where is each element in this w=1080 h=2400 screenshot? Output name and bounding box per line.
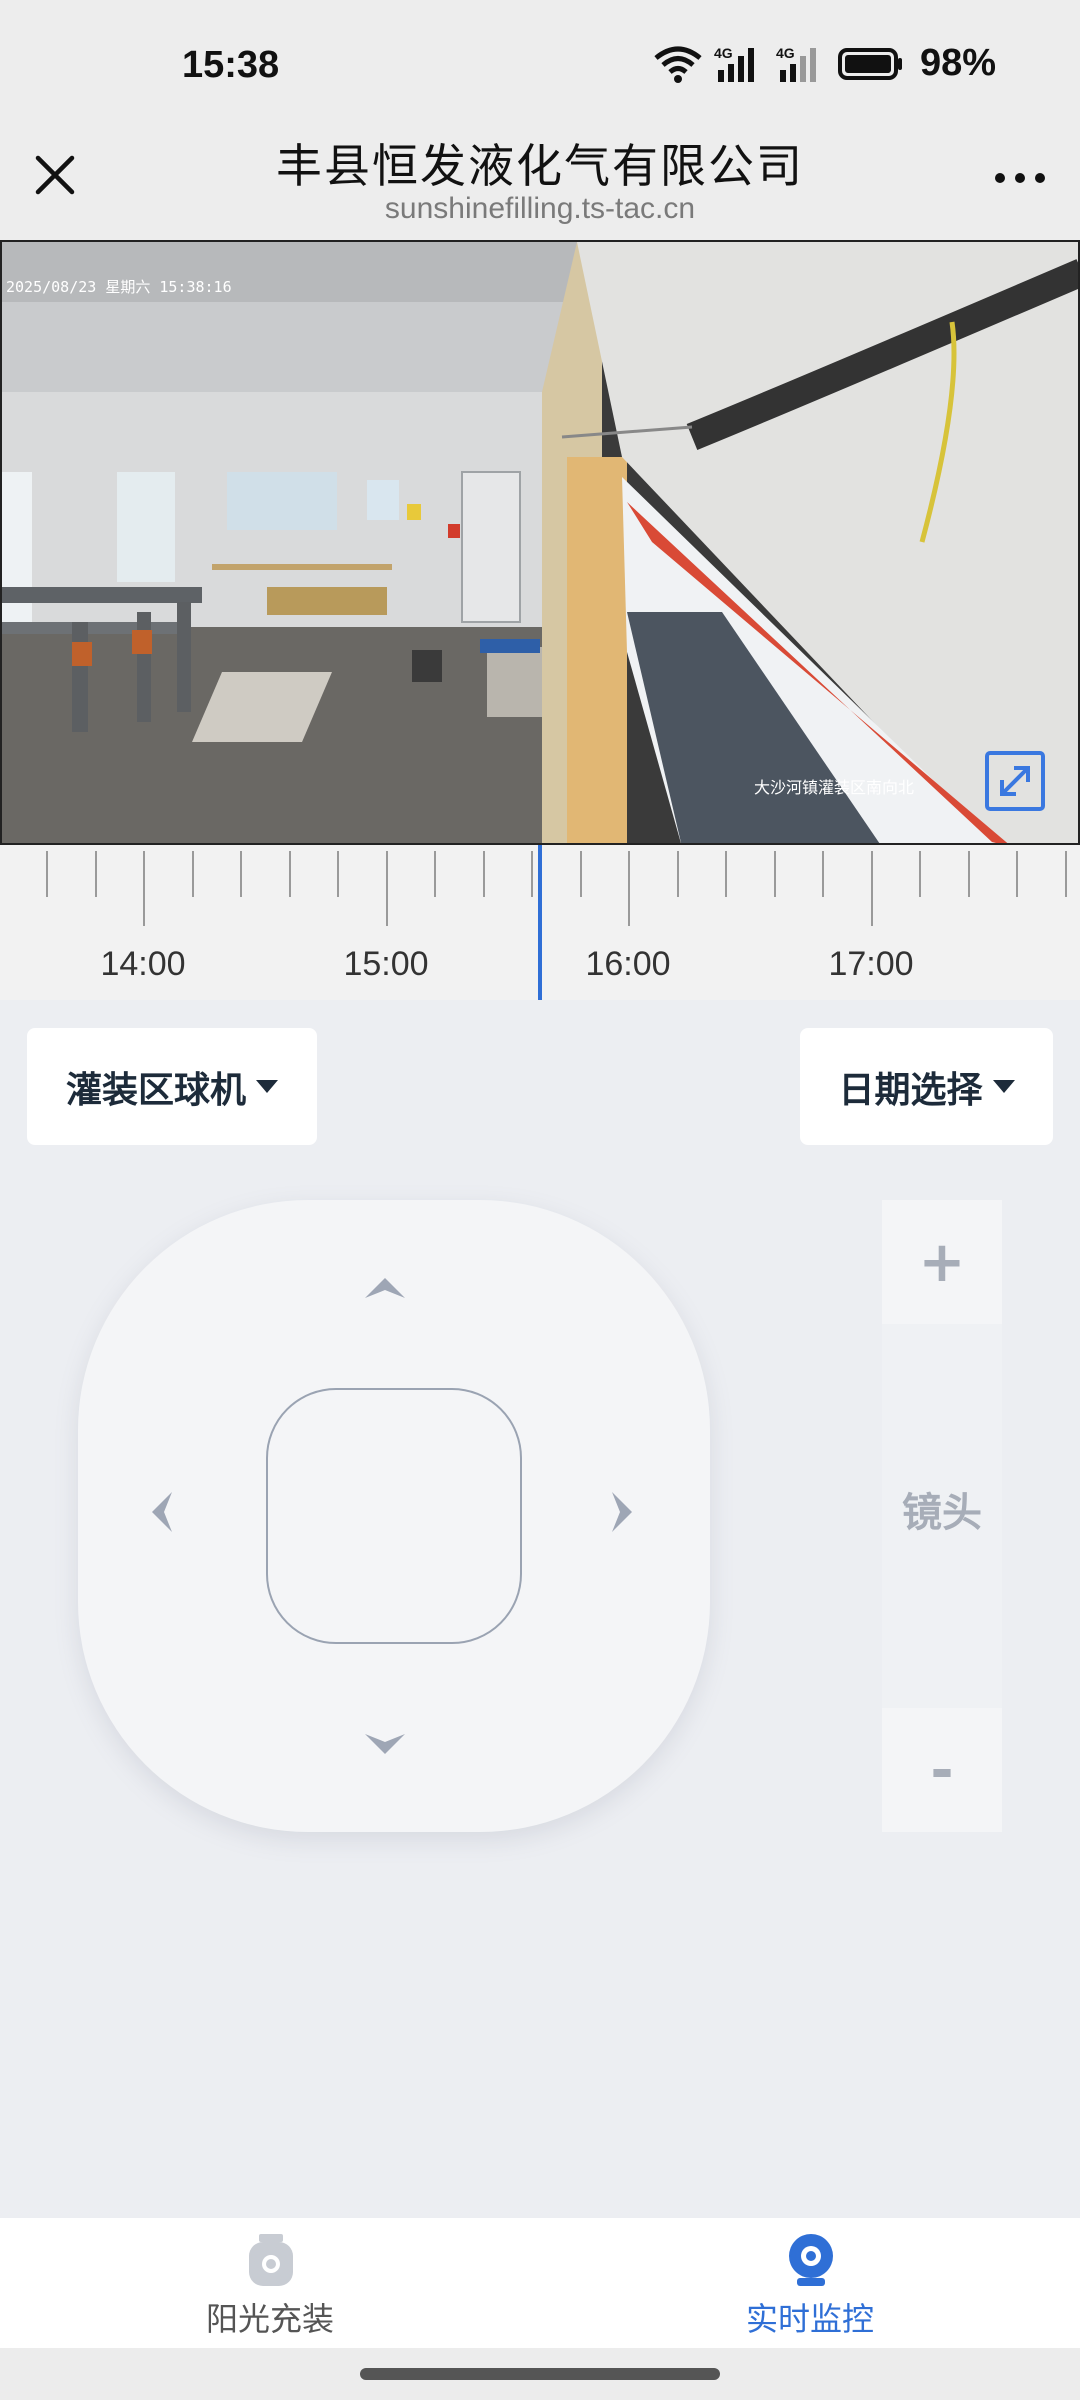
tab-label: 阳光充装 — [205, 2300, 334, 2338]
timeline-tick — [483, 851, 485, 897]
status-time: 15:38 — [182, 44, 280, 86]
timeline-tick — [871, 851, 873, 926]
osd-datetime: 2025/08/23 星期六 15:38:16 — [6, 278, 232, 296]
timeline-tick — [677, 851, 679, 897]
camera-feed — [2, 242, 1078, 843]
timeline-tick — [919, 851, 921, 897]
tab-sunshine-filling[interactable]: 阳光充装 — [0, 2218, 540, 2348]
signal-4g-icon: 4G — [714, 45, 754, 82]
timeline-tick — [46, 851, 48, 897]
timeline-tick — [725, 851, 727, 897]
wifi-icon — [654, 46, 702, 83]
timeline-tick — [1016, 851, 1018, 897]
arrow-up-icon[interactable] — [363, 1276, 407, 1302]
camera-icon — [789, 2234, 833, 2286]
arrow-left-icon[interactable] — [150, 1490, 176, 1534]
page-url: sunshinefilling.ts-tac.cn — [384, 192, 696, 225]
timeline-tick — [580, 851, 582, 897]
battery-icon — [837, 47, 902, 80]
timeline-cursor[interactable] — [538, 845, 542, 1000]
zoom-in-button[interactable]: + — [882, 1200, 1002, 1324]
zoom-label: 镜头 — [902, 1490, 982, 1536]
page-title: 丰县恒发液化气有限公司 — [276, 139, 804, 193]
ptz-center-button[interactable] — [266, 1388, 522, 1644]
timeline-tick — [1065, 851, 1067, 897]
date-select-label: 日期选择 — [838, 1069, 983, 1111]
timeline-tick — [337, 851, 339, 897]
ptz-dpad — [78, 1200, 710, 1832]
zoom-panel: + 镜头 - — [882, 1200, 1002, 1832]
timeline-tick — [774, 851, 776, 897]
tab-live-monitor[interactable]: 实时监控 — [540, 2218, 1080, 2348]
video-player[interactable]: 2025/08/23 星期六 15:38:16 大沙河镇灌装区南向北 — [0, 240, 1080, 845]
bottom-tab-bar: 阳光充装 实时监控 — [0, 2218, 1080, 2348]
camera-select[interactable]: 灌装区球机 — [27, 1028, 317, 1145]
status-indicators: 4G 4G 98% — [652, 42, 996, 85]
caret-down-icon — [992, 1080, 1015, 1093]
nav-bar: 丰县恒发液化气有限公司 sunshinefilling.ts-tac.cn — [0, 120, 1080, 240]
timeline-tick — [531, 851, 533, 897]
camera-select-label: 灌装区球机 — [65, 1069, 246, 1111]
net1-label: 4G — [714, 45, 733, 61]
timeline-tick — [192, 851, 194, 897]
more-icon[interactable] — [990, 168, 1050, 188]
timeline-tick — [95, 851, 97, 897]
arrow-down-icon[interactable] — [363, 1730, 407, 1756]
timeline-tick — [386, 851, 388, 926]
net2-label: 4G — [776, 45, 795, 61]
caret-down-icon — [256, 1080, 278, 1093]
timeline-scrubber[interactable]: 14:00 15:00 16:00 17:00 — [0, 845, 1080, 1000]
timeline-label: 14:00 — [100, 945, 186, 983]
date-select[interactable]: 日期选择 — [800, 1028, 1053, 1145]
home-indicator-area — [0, 2348, 1080, 2400]
timeline-tick — [434, 851, 436, 897]
home-indicator[interactable] — [360, 2368, 720, 2380]
timeline-tick — [289, 851, 291, 897]
timeline-label: 15:00 — [343, 945, 429, 983]
signal-4g-icon-2: 4G — [776, 45, 816, 82]
fullscreen-icon[interactable] — [984, 750, 1046, 812]
timeline-label: 16:00 — [585, 945, 671, 983]
tab-label: 实时监控 — [745, 2300, 874, 2338]
timeline-tick — [240, 851, 242, 897]
status-bar: 15:38 4G 4G 98% — [0, 0, 1080, 135]
timeline-tick — [628, 851, 630, 926]
gas-cylinder-icon — [249, 2234, 293, 2286]
battery-percent: 98% — [919, 42, 996, 84]
arrow-right-icon[interactable] — [608, 1490, 634, 1534]
timeline-tick — [822, 851, 824, 897]
zoom-out-button[interactable]: - — [882, 1708, 1002, 1832]
timeline-tick — [968, 851, 970, 897]
timeline-label: 17:00 — [828, 945, 914, 983]
timeline-tick — [143, 851, 145, 926]
osd-location: 大沙河镇灌装区南向北 — [754, 778, 915, 797]
